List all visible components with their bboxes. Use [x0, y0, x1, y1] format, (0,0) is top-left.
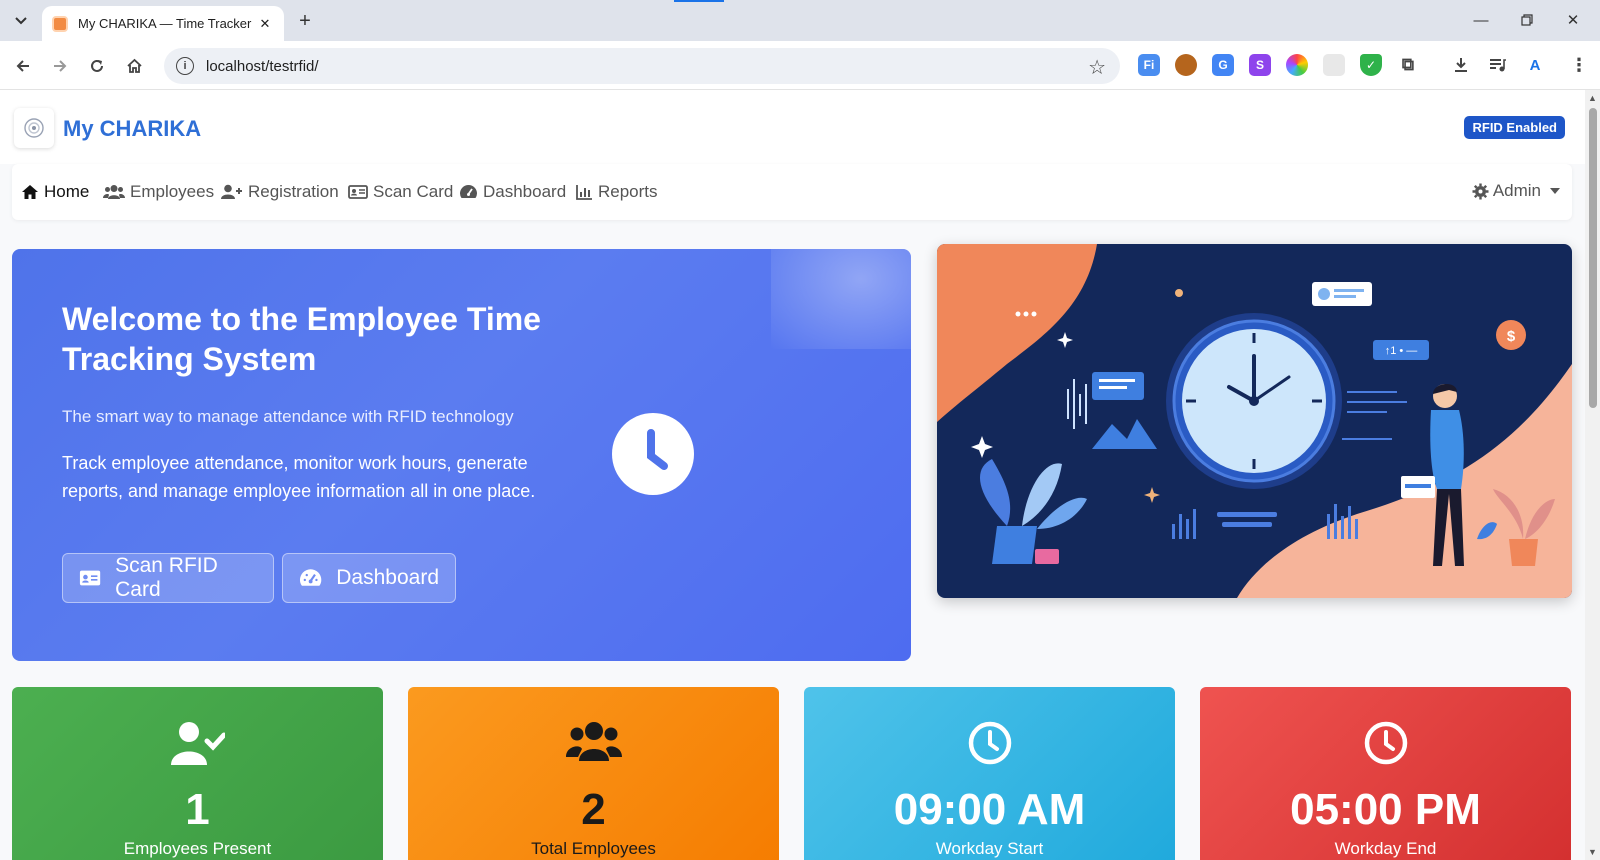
loading-indicator — [674, 0, 724, 2]
gear-icon — [1472, 183, 1489, 199]
tab-favicon-icon — [52, 15, 68, 32]
caret-down-icon — [1550, 188, 1560, 194]
home-browser-icon[interactable] — [119, 51, 149, 81]
stat-card-workday-end: 05:00 PM Workday End — [1200, 687, 1571, 860]
shield-icon[interactable]: ✓ — [1360, 54, 1382, 76]
bookmark-star-icon[interactable]: ☆ — [1088, 55, 1106, 80]
stat-label: Total Employees — [531, 839, 656, 858]
stat-card-workday-start: 09:00 AM Workday Start — [804, 687, 1175, 860]
scan-rfid-card-button[interactable]: Scan RFID Card — [62, 553, 274, 603]
user-plus-icon — [221, 184, 242, 199]
address-bar[interactable]: i localhost/testrfid/ ☆ — [164, 48, 1120, 84]
dashboard-button-label: Dashboard — [336, 566, 439, 589]
bar-chart-icon — [576, 185, 592, 200]
stat-label: Employees Present — [123, 839, 272, 858]
nav-label-dashboard: Dashboard — [483, 182, 567, 201]
nav-item-reports[interactable]: Reports — [576, 181, 658, 203]
main-navbar: Home Employees Registration Scan Card Da… — [12, 164, 1572, 220]
blank-extension-icon[interactable] — [1323, 54, 1345, 76]
tab-title: My CHARIKA — Time Tracker — [78, 16, 252, 31]
browser-menu-icon[interactable]: ⋮ — [1568, 54, 1590, 76]
nav-item-scan-card[interactable]: Scan Card — [348, 181, 453, 203]
stat-value: 05:00 PM — [1290, 785, 1481, 834]
time-tracking-illustration: ↑1 • — $ — [937, 244, 1572, 598]
stat-value: 2 — [581, 785, 606, 834]
nav-label-reports: Reports — [598, 182, 658, 201]
page-content: My CHARIKA RFID Enabled Home Employees R… — [0, 90, 1585, 860]
hero-subtitle: The smart way to manage attendance with … — [62, 407, 514, 426]
admin-dropdown[interactable]: Admin — [1472, 181, 1560, 201]
browser-tab-bar: My CHARIKA — Time Tracker ✕ + — ✕ — [0, 0, 1600, 41]
color-picker-icon[interactable] — [1286, 54, 1308, 76]
scroll-down-arrow-icon[interactable]: ▼ — [1588, 847, 1597, 857]
browser-toolbar: i localhost/testrfid/ ☆ Fi G S ✓ ⧉ A ⋮ — [0, 41, 1600, 90]
clock-icon — [1200, 721, 1571, 765]
extension-fi-icon[interactable]: Fi — [1138, 54, 1160, 76]
clock-icon — [612, 413, 694, 495]
download-icon[interactable] — [1450, 54, 1472, 76]
users-icon — [408, 721, 779, 761]
nav-item-home[interactable]: Home — [21, 181, 89, 203]
profile-avatar-icon[interactable]: A — [1524, 54, 1546, 76]
id-card-icon — [348, 185, 368, 199]
reload-icon[interactable] — [82, 51, 112, 81]
logo-icon[interactable] — [14, 108, 54, 148]
minimize-icon[interactable]: — — [1458, 6, 1504, 34]
admin-label: Admin — [1492, 181, 1541, 200]
site-header: My CHARIKA RFID Enabled — [0, 90, 1585, 164]
svg-text:$: $ — [1507, 328, 1516, 345]
restore-icon[interactable] — [1504, 6, 1550, 34]
hero-glow — [771, 249, 911, 349]
stat-label: Workday End — [1334, 839, 1437, 858]
site-info-icon[interactable]: i — [176, 57, 194, 75]
nav-label-scan-card: Scan Card — [373, 182, 454, 201]
nav-label-registration: Registration — [248, 182, 339, 201]
extensions-puzzle-icon[interactable]: ⧉ — [1397, 54, 1419, 76]
nav-label-home: Home — [44, 182, 90, 201]
clock-icon — [804, 721, 1175, 765]
stat-card-employees-present: 1 Employees Present — [12, 687, 383, 860]
media-queue-icon[interactable] — [1487, 54, 1509, 76]
nav-item-dashboard[interactable]: Dashboard — [459, 181, 566, 203]
user-check-icon — [12, 721, 383, 765]
id-card-icon — [79, 570, 101, 586]
nav-item-employees[interactable]: Employees — [103, 181, 214, 203]
extension-s-icon[interactable]: S — [1249, 54, 1271, 76]
new-tab-plus-icon[interactable]: + — [292, 8, 318, 34]
browser-tab[interactable]: My CHARIKA — Time Tracker ✕ — [42, 6, 284, 41]
tab-close-icon[interactable]: ✕ — [256, 15, 274, 33]
close-window-icon[interactable]: ✕ — [1550, 6, 1596, 34]
nav-label-employees: Employees — [130, 182, 215, 201]
stat-value: 09:00 AM — [893, 785, 1086, 834]
gauge-icon — [299, 569, 322, 586]
gauge-icon — [460, 185, 477, 198]
stat-value: 1 — [185, 785, 210, 834]
users-icon — [103, 185, 125, 199]
rfid-status-badge: RFID Enabled — [1464, 116, 1565, 139]
tab-search-chevron-icon[interactable] — [8, 8, 34, 34]
scan-rfid-label: Scan RFID Card — [115, 554, 218, 601]
url-text[interactable]: localhost/testrfid/ — [206, 58, 319, 75]
scroll-thumb[interactable] — [1589, 108, 1597, 408]
welcome-hero: Welcome to the Employee Time Tracking Sy… — [12, 249, 911, 661]
nav-item-registration[interactable]: Registration — [221, 181, 339, 203]
forward-arrow-icon[interactable] — [45, 51, 75, 81]
home-icon — [22, 185, 38, 199]
back-arrow-icon[interactable] — [8, 51, 38, 81]
hero-description: Track employee attendance, monitor work … — [62, 453, 536, 501]
dashboard-button[interactable]: Dashboard — [282, 553, 456, 603]
scroll-up-arrow-icon[interactable]: ▲ — [1588, 93, 1597, 103]
page-scrollbar[interactable]: ▲ ▼ — [1585, 90, 1600, 860]
hero-title: Welcome to the Employee Time Tracking Sy… — [62, 301, 541, 377]
illustration-badge-text: ↑1 • — — [1385, 345, 1418, 357]
stat-label: Workday Start — [935, 839, 1044, 858]
brand-name[interactable]: My CHARIKA — [63, 116, 201, 142]
cookie-icon[interactable] — [1175, 54, 1197, 76]
stat-card-total-employees: 2 Total Employees — [408, 687, 779, 860]
translate-icon[interactable]: G — [1212, 54, 1234, 76]
